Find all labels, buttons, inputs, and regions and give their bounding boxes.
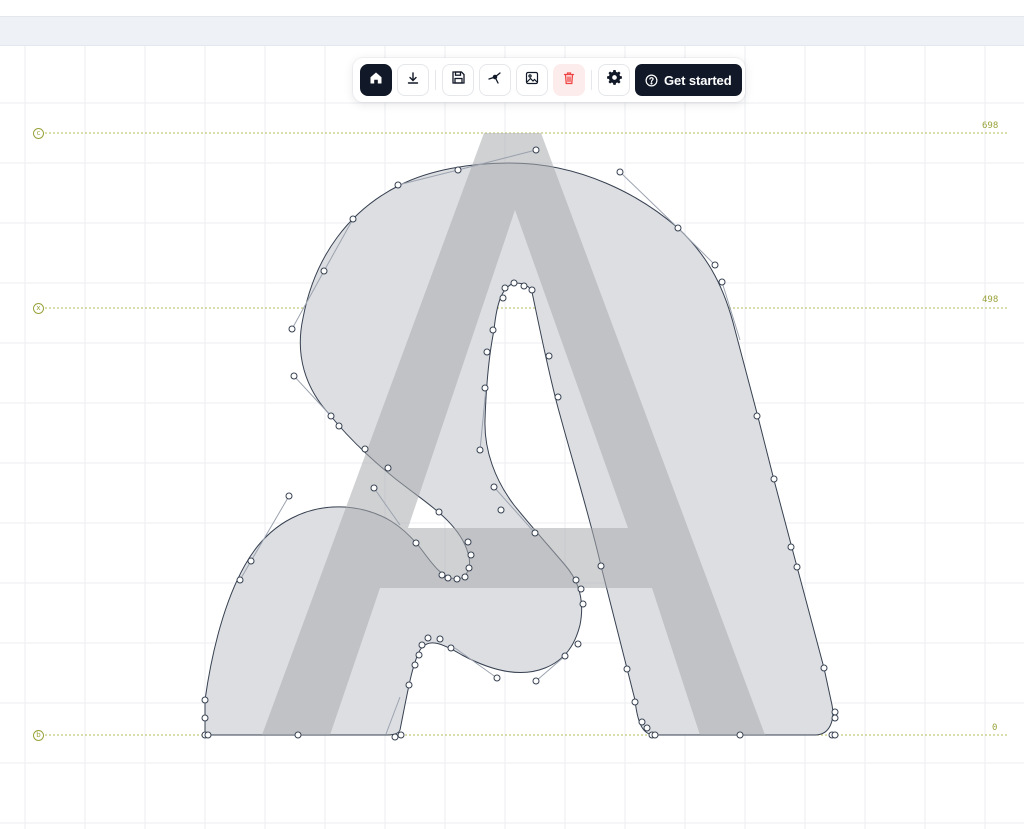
trash-icon — [562, 71, 576, 90]
glyph-canvas[interactable] — [0, 46, 1024, 829]
top-bar — [0, 0, 1024, 17]
guide-marker-x-height[interactable]: x — [33, 303, 44, 314]
node-tool-icon — [487, 70, 503, 91]
save-button[interactable] — [442, 64, 474, 96]
toolbar-divider — [435, 70, 436, 90]
gear-icon — [606, 70, 622, 90]
image-button[interactable] — [516, 64, 548, 96]
download-button[interactable] — [397, 64, 429, 96]
image-icon — [525, 71, 539, 90]
guide-marker-cap[interactable]: c — [33, 128, 44, 139]
sub-bar — [0, 17, 1024, 46]
home-icon — [369, 71, 383, 90]
help-circle-icon — [645, 74, 658, 87]
settings-button[interactable] — [598, 64, 630, 96]
guide-value-x-height: 498 — [982, 295, 999, 305]
guide-value-baseline: 0 — [992, 723, 998, 733]
download-icon — [406, 71, 420, 90]
get-started-label: Get started — [664, 72, 732, 88]
home-button[interactable] — [360, 64, 392, 96]
node-tool-button[interactable] — [479, 64, 511, 96]
get-started-button[interactable]: Get started — [635, 64, 742, 96]
toolbar-divider — [591, 70, 592, 90]
delete-button[interactable] — [553, 64, 585, 96]
floating-toolbar: Get started — [353, 58, 745, 102]
save-icon — [451, 70, 466, 90]
guide-marker-baseline[interactable]: b — [33, 730, 44, 741]
guide-value-cap: 698 — [982, 121, 999, 131]
